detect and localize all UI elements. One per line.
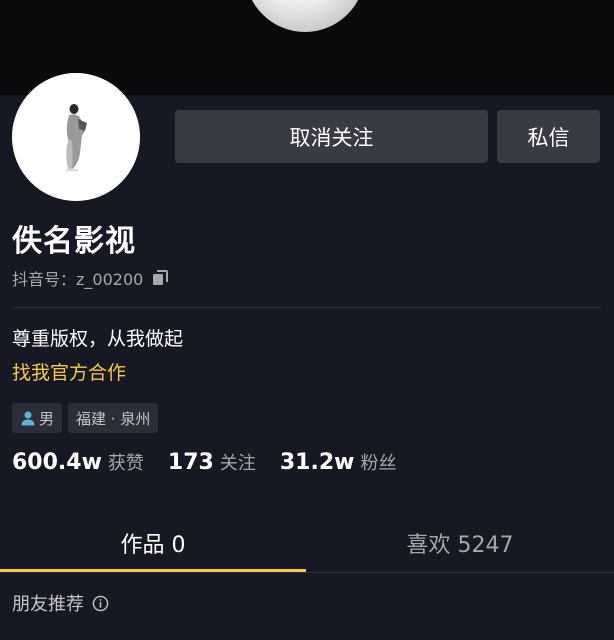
message-button[interactable]: 私信 bbox=[497, 110, 600, 163]
gender-label: 男 bbox=[39, 409, 55, 428]
likes-stat[interactable]: 600.4w 获赞 bbox=[12, 449, 144, 475]
moon-graphic bbox=[245, 0, 365, 32]
location-label: 福建 · 泉州 bbox=[76, 409, 151, 428]
tag-row: 男 福建 · 泉州 bbox=[12, 403, 159, 433]
tabs-divider bbox=[0, 572, 614, 573]
likes-label: 获赞 bbox=[107, 453, 144, 474]
bio-text: 尊重版权，从我做起 bbox=[12, 328, 184, 350]
douyin-id-label: 抖音号： bbox=[12, 270, 77, 289]
douyin-id-text: 抖音号：z_00200 bbox=[12, 266, 143, 290]
following-label: 关注 bbox=[219, 453, 256, 474]
followers-stat[interactable]: 31.2w 粉丝 bbox=[280, 449, 397, 475]
divider bbox=[12, 307, 602, 308]
unfollow-button[interactable]: 取消关注 bbox=[175, 110, 488, 163]
tab-works[interactable]: 作品 0 bbox=[0, 515, 306, 570]
douyin-id-row: 抖音号：z_00200 bbox=[12, 267, 169, 289]
person-silhouette-icon bbox=[12, 73, 140, 201]
copy-icon[interactable] bbox=[151, 269, 169, 287]
cooperation-link[interactable]: 找我官方合作 bbox=[12, 358, 126, 385]
following-stat[interactable]: 173 关注 bbox=[168, 449, 256, 475]
content-tabs: 作品 0 喜欢 5247 bbox=[0, 515, 614, 573]
male-user-icon bbox=[21, 411, 35, 426]
followers-count: 31.2w bbox=[279, 450, 355, 475]
likes-count: 600.4w bbox=[12, 450, 102, 475]
followers-label: 粉丝 bbox=[360, 453, 397, 474]
avatar[interactable] bbox=[12, 73, 140, 201]
tab-likes[interactable]: 喜欢 5247 bbox=[306, 515, 614, 570]
profile-name: 佚名影视 bbox=[12, 224, 136, 259]
douyin-id-value: z_00200 bbox=[76, 270, 144, 289]
info-icon[interactable] bbox=[92, 595, 109, 612]
friends-recommend-row: 朋友推荐 bbox=[12, 590, 109, 616]
stats-row: 600.4w 获赞 173 关注 31.2w 粉丝 bbox=[12, 449, 420, 483]
gender-tag: 男 bbox=[12, 403, 63, 433]
friends-recommend-label: 朋友推荐 bbox=[12, 594, 84, 615]
location-tag: 福建 · 泉州 bbox=[68, 403, 159, 433]
following-count: 173 bbox=[167, 450, 214, 475]
